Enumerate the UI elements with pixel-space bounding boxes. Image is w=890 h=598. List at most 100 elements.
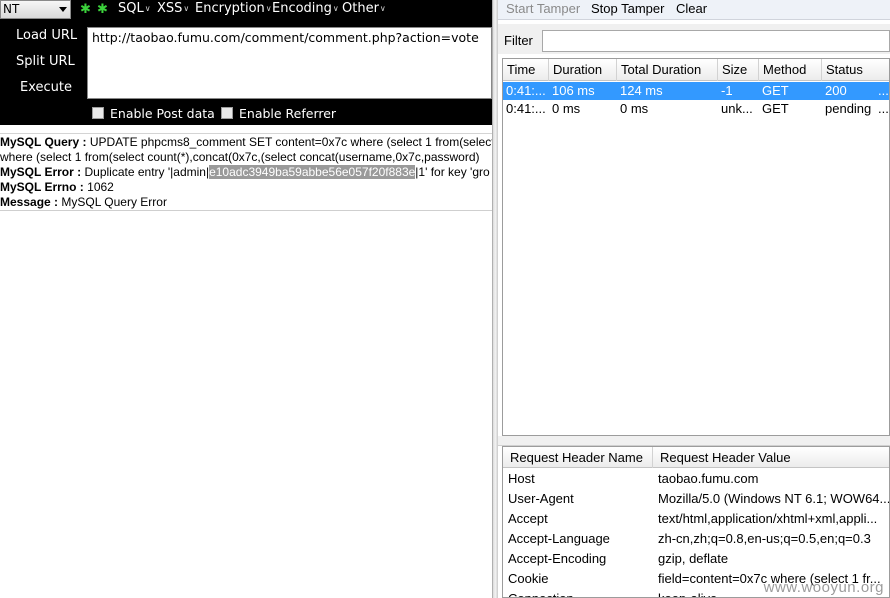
cell-status: 200 (825, 83, 847, 98)
start-tamper-button[interactable]: Start Tamper (506, 0, 580, 17)
version-select[interactable]: NT (0, 0, 71, 19)
col-size[interactable]: Size (718, 59, 759, 81)
header-row[interactable]: Accept-Encoding gzip, deflate (503, 549, 889, 569)
menu-other[interactable]: Other∨ (342, 0, 386, 20)
chevron-down-icon: ∨ (379, 4, 386, 13)
requests-table: Time Duration Total Duration Size Method… (502, 58, 890, 436)
header-name: User-Agent (508, 491, 574, 506)
query-text: UPDATE phpcms8_comment SET content=0x7c … (89, 135, 492, 149)
cell-time: 0:41:... (506, 83, 546, 98)
checkbox-box[interactable] (221, 107, 233, 119)
load-url-button[interactable]: Load URL (16, 26, 78, 46)
filter-input[interactable] (542, 30, 890, 52)
header-name: Accept-Language (508, 531, 610, 546)
enable-referrer-checkbox[interactable]: Enable Referrer (221, 105, 336, 121)
col-time[interactable]: Time (503, 59, 549, 81)
header-value: gzip, deflate (658, 551, 729, 566)
error-row: MySQL Error : Duplicate entry '|admin|e1… (0, 165, 490, 180)
execute-button[interactable]: Execute (20, 78, 82, 98)
cell-status: pending (825, 101, 872, 116)
cell-method: GET (762, 83, 789, 98)
chevron-down-icon (59, 7, 67, 12)
menu-xss-label: XSS (157, 1, 183, 16)
horizontal-splitter[interactable] (498, 436, 890, 446)
errno-row: MySQL Errno : 1062 (0, 180, 114, 195)
cell-total: 0 ms (620, 101, 649, 116)
errno-value: 1062 (87, 180, 114, 194)
menu-encoding-label: Encoding (272, 1, 332, 16)
query-text-2: where (select 1 from(select count(*),con… (0, 150, 480, 164)
tamper-toolbar: Start Tamper Stop Tamper Clear (498, 0, 890, 20)
col-method[interactable]: Method (759, 59, 822, 81)
enable-referrer-label: Enable Referrer (239, 105, 337, 121)
menu-sql[interactable]: SQL∨ (118, 0, 151, 20)
message-label: Message : (0, 195, 59, 209)
cell-duration: 0 ms (552, 101, 581, 116)
chevron-down-icon: ∨ (265, 4, 272, 13)
chevron-down-icon: ∨ (332, 4, 339, 13)
message-value: MySQL Query Error (61, 195, 167, 209)
header-name: Cookie (508, 571, 549, 586)
menu-xss[interactable]: XSS∨ (157, 0, 189, 20)
cell-time: 0:41:... (506, 101, 546, 116)
header-row[interactable]: Host taobao.fumu.com (503, 469, 889, 489)
chevron-down-icon: ∨ (183, 4, 190, 13)
col-header-value[interactable]: Request Header Value (653, 447, 889, 468)
password-hash-highlight: e10adc3949ba59abbe56e057f20f883e (209, 165, 416, 179)
message-row: Message : MySQL Query Error (0, 195, 167, 210)
filter-label: Filter (504, 33, 533, 48)
col-duration[interactable]: Duration (549, 59, 617, 81)
col-status[interactable]: Status (822, 59, 889, 81)
error-text-pre: Duplicate entry '|admin| (84, 165, 210, 179)
stop-tamper-button[interactable]: Stop Tamper (591, 0, 664, 17)
hackbar-separator (0, 125, 492, 134)
split-url-button[interactable]: Split URL (16, 52, 78, 72)
hackbar-toolbar: NT ✱ ✱ SQL∨ XSS∨ Encryption∨ Encoding∨ O… (0, 0, 492, 20)
menu-encryption[interactable]: Encryption∨ (195, 0, 272, 20)
errno-label: MySQL Errno : (0, 180, 84, 194)
table-row[interactable]: 0:41:... 0 ms 0 ms unk... GET pending ..… (503, 100, 889, 118)
green-asterisk-icon[interactable]: ✱ (80, 1, 91, 18)
hackbar-body: Load URL Split URL Execute http://taobao… (0, 20, 492, 125)
header-name: Accept-Encoding (508, 551, 607, 566)
header-name: Accept (508, 511, 548, 526)
vertical-splitter[interactable] (492, 0, 498, 598)
query-row-2: where (select 1 from(select count(*),con… (0, 150, 480, 165)
header-value: taobao.fumu.com (658, 471, 759, 486)
headers-table-header: Request Header Name Request Header Value (503, 447, 889, 468)
error-text-post: |1' for key 'gro (415, 165, 490, 179)
mysql-error-panel: MySQL Query : UPDATE phpcms8_comment SET… (0, 134, 492, 212)
clear-button[interactable]: Clear (676, 0, 707, 17)
header-row[interactable]: Accept-Language zh-cn,zh;q=0.8,en-us;q=0… (503, 529, 889, 549)
cell-total: 124 ms (620, 83, 663, 98)
url-textarea[interactable]: http://taobao.fumu.com/comment/comment.p… (87, 27, 492, 99)
header-value: text/html,application/xhtml+xml,appli... (658, 511, 878, 526)
col-total-duration[interactable]: Total Duration (617, 59, 718, 81)
cell-size: -1 (721, 83, 733, 98)
header-row[interactable]: User-Agent Mozilla/5.0 (Windows NT 6.1; … (503, 489, 890, 509)
query-row: MySQL Query : UPDATE phpcms8_comment SET… (0, 135, 492, 150)
cell-size: unk... (721, 101, 753, 116)
menu-encryption-label: Encryption (195, 1, 265, 16)
col-header-name[interactable]: Request Header Name (503, 447, 653, 468)
header-value: zh-cn,zh;q=0.8,en-us;q=0.5,en;q=0.3 (658, 531, 871, 546)
query-label: MySQL Query : (0, 135, 87, 149)
menu-encoding[interactable]: Encoding∨ (272, 0, 339, 20)
version-select-value: NT (3, 2, 20, 16)
header-row[interactable]: Accept text/html,application/xhtml+xml,a… (503, 509, 889, 529)
error-label: MySQL Error : (0, 165, 82, 179)
enable-post-checkbox[interactable]: Enable Post data (92, 105, 215, 121)
checkbox-box[interactable] (92, 107, 104, 119)
cell-duration: 106 ms (552, 83, 595, 98)
watermark: www.wooyun.org (763, 579, 884, 596)
green-asterisk-icon-2[interactable]: ✱ (97, 1, 108, 18)
header-value: Mozilla/5.0 (Windows NT 6.1; WOW64... (658, 491, 890, 506)
header-name: Host (508, 471, 535, 486)
header-name: Connection (508, 589, 574, 597)
error-panel-border (0, 210, 492, 211)
cell-method: GET (762, 101, 789, 116)
cell-extra: ... (878, 101, 889, 116)
table-row[interactable]: 0:41:... 106 ms 124 ms -1 GET 200 ... (503, 82, 889, 100)
menu-sql-label: SQL (118, 1, 144, 16)
filter-row: Filter (498, 24, 890, 54)
